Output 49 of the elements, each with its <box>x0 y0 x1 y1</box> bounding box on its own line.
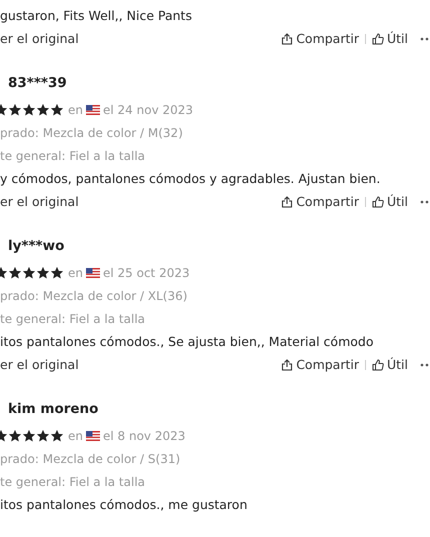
share-icon <box>281 196 294 208</box>
reviewer-name: 83***39 <box>8 74 68 93</box>
purchased-variant: prado: Mezcla de color / M(32) <box>0 124 184 142</box>
share-button[interactable]: Compartir <box>281 31 359 46</box>
helpful-button[interactable]: Útil <box>372 31 408 46</box>
country-prefix: en <box>68 102 83 116</box>
thumbs-up-icon <box>372 358 384 370</box>
share-icon <box>281 32 294 44</box>
thumbs-up-icon <box>372 32 384 44</box>
review-date: el 24 nov 2023 <box>103 102 194 116</box>
reviewer-name: kim moreno <box>8 400 100 419</box>
review-text: itos pantalones cómodos., Se ajusta bien,, Material cómodo <box>0 333 374 351</box>
country-prefix: en <box>68 266 83 280</box>
more-icon[interactable] <box>420 200 430 204</box>
star-icon <box>36 428 50 442</box>
review-text: itos pantalones cómodos., me gustaron <box>0 496 248 514</box>
flag-icon <box>86 430 100 440</box>
reviewer-name: ly***wo <box>8 237 66 256</box>
helpful-button[interactable]: Útil <box>372 194 408 209</box>
review-date: el 8 nov 2023 <box>103 428 186 442</box>
star-icon <box>36 102 50 116</box>
more-icon[interactable] <box>420 36 430 40</box>
purchased-variant: prado: Mezcla de color / XL(36) <box>0 288 188 304</box>
fit-rating: te general: Fiel a la talla <box>0 148 146 164</box>
star-icon <box>50 102 64 116</box>
review-text: gustaron, Fits Well,, Nice Pants <box>0 7 193 25</box>
thumbs-up-icon <box>372 196 384 208</box>
review-date: el 25 oct 2023 <box>103 266 190 280</box>
flag-icon <box>86 104 100 114</box>
purchased-variant: prado: Mezcla de color / S(31) <box>0 450 182 468</box>
star-icon <box>36 266 50 280</box>
fit-rating: te general: Fiel a la talla <box>0 474 146 490</box>
share-icon <box>281 358 294 370</box>
star-icon <box>50 266 64 280</box>
share-button[interactable]: Compartir <box>281 194 359 209</box>
fit-rating: te general: Fiel a la talla <box>0 310 146 328</box>
review-text: y cómodos, pantalones cómodos y agradables. Ajustan bien. <box>0 170 382 188</box>
star-icon <box>22 428 36 442</box>
flag-icon <box>86 268 100 278</box>
star-icon <box>22 102 36 116</box>
more-icon[interactable] <box>420 362 430 366</box>
star-icon <box>50 428 64 442</box>
helpful-button[interactable]: Útil <box>372 357 408 372</box>
star-icon <box>22 266 36 280</box>
share-button[interactable]: Compartir <box>281 357 359 372</box>
view-original-link[interactable]: er el original <box>0 31 79 46</box>
view-original-link[interactable]: er el original <box>0 357 79 372</box>
view-original-link[interactable]: er el original <box>0 194 79 209</box>
country-prefix: en <box>68 428 83 442</box>
